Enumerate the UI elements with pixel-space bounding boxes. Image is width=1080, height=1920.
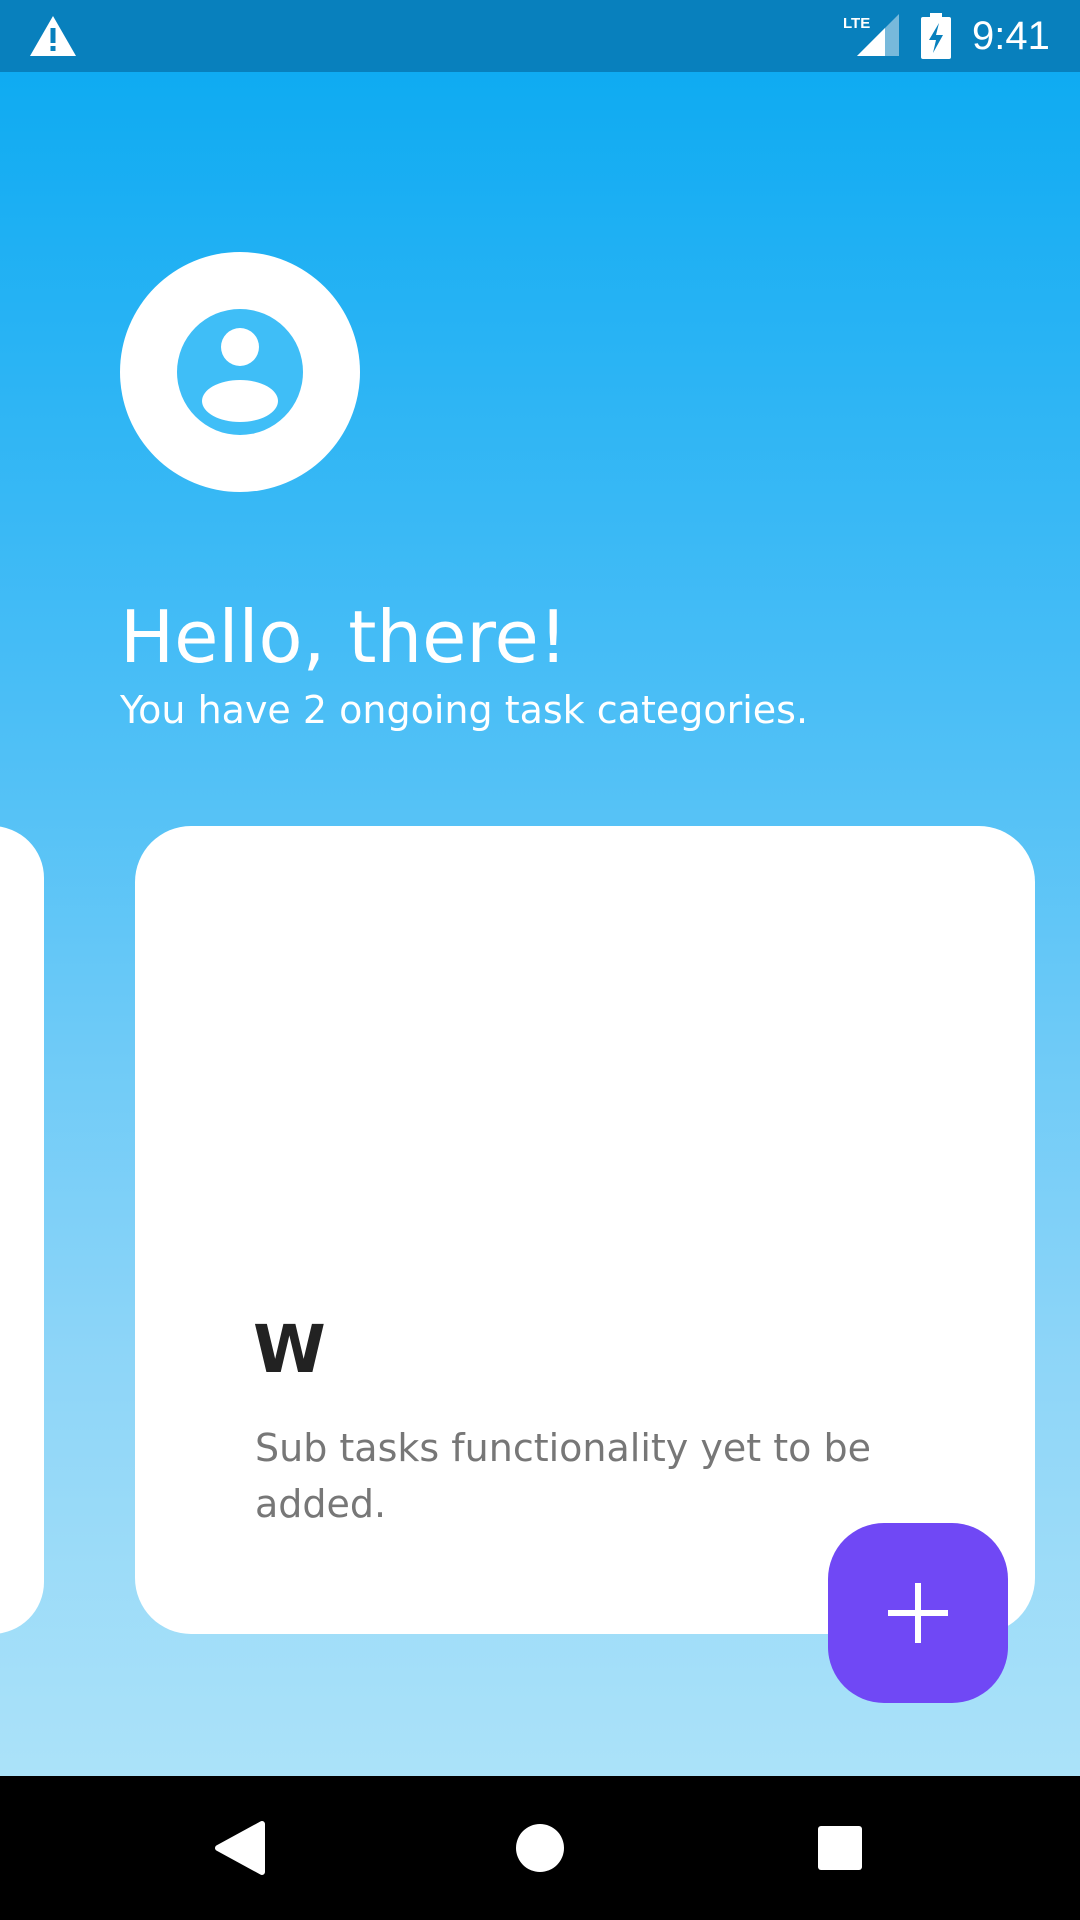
previous-category-card[interactable]	[0, 826, 44, 1634]
add-task-button[interactable]	[828, 1523, 1008, 1703]
category-title: W	[253, 1311, 326, 1388]
lte-signal-icon: LTE	[843, 14, 899, 56]
screen: LTE 9:41 Hello, there! You have 2 ongoin…	[0, 0, 1080, 1920]
status-bar: LTE 9:41	[0, 0, 1080, 72]
greeting-heading: Hello, there!	[120, 595, 568, 679]
recents-icon	[818, 1826, 862, 1870]
back-button[interactable]	[190, 1798, 290, 1898]
recents-button[interactable]	[790, 1798, 890, 1898]
back-icon	[215, 1821, 265, 1875]
clock: 9:41	[972, 14, 1050, 58]
plus-icon	[888, 1583, 948, 1643]
warning-icon	[30, 16, 76, 56]
task-summary-text: You have 2 ongoing task categories.	[120, 688, 809, 732]
category-card[interactable]: W Sub tasks functionality yet to be adde…	[135, 826, 1035, 1634]
home-icon	[516, 1824, 564, 1872]
battery-charging-icon	[921, 13, 951, 59]
network-label: LTE	[843, 15, 870, 32]
account-circle-icon	[177, 309, 303, 435]
home-screen: Hello, there! You have 2 ongoing task ca…	[0, 72, 1080, 1776]
avatar[interactable]	[120, 252, 360, 492]
home-button[interactable]	[490, 1798, 590, 1898]
navigation-bar	[0, 1776, 1080, 1920]
category-description: Sub tasks functionality yet to be added.	[255, 1426, 871, 1526]
